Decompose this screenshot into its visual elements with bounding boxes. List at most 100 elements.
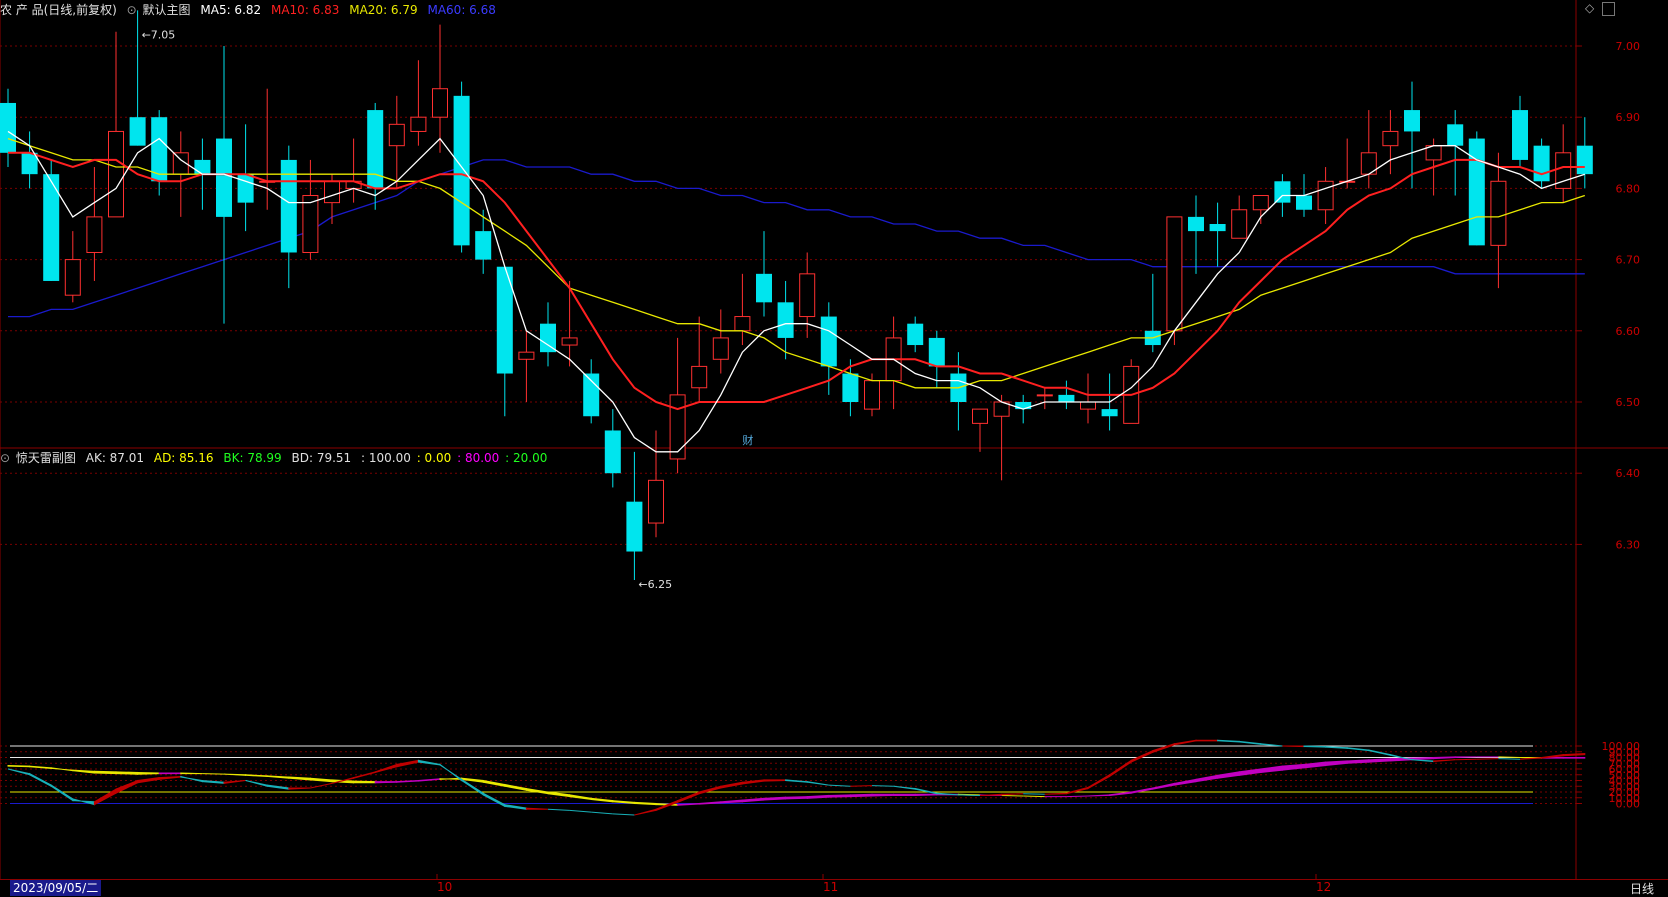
- candle-body: [1533, 145, 1550, 182]
- bk-bd-band: [223, 773, 247, 776]
- bk-bd-band: [353, 780, 376, 784]
- candle: [64, 231, 81, 303]
- bk-bd-band: [482, 779, 506, 787]
- price-axis-label: 6.30: [1616, 538, 1641, 551]
- candle-body: [626, 501, 643, 552]
- candle-body: [1447, 124, 1464, 146]
- bk-bd-band: [1217, 771, 1240, 779]
- bk-bd-band: [525, 787, 549, 795]
- candle: [1209, 202, 1226, 267]
- bk-bd-band: [1498, 756, 1521, 758]
- candle: [626, 451, 643, 580]
- candle: [756, 231, 772, 317]
- candle-body: [1576, 145, 1593, 175]
- bk-bd-band: [547, 791, 571, 798]
- candle: [21, 131, 38, 189]
- ak-ad-band: [828, 784, 851, 787]
- bk-bd-band: [720, 799, 743, 804]
- bk-bd-band: [1368, 758, 1391, 763]
- candle: [1058, 380, 1075, 410]
- ak-ad-band: [763, 779, 787, 782]
- ak-ad-band: [504, 804, 527, 810]
- level80-legend: : 80.00: [457, 451, 500, 465]
- candle-body: [1512, 110, 1528, 160]
- level20-legend: : 20.00: [505, 451, 548, 465]
- bk-bd-band: [590, 797, 614, 803]
- candle-body: [540, 323, 556, 353]
- candle: [280, 145, 297, 289]
- collapse-button[interactable]: [1602, 2, 1615, 16]
- ak-ad-band: [958, 794, 981, 796]
- bk-bd-band: [245, 774, 268, 778]
- template-icon[interactable]: ⊙: [127, 3, 137, 17]
- ak-ad-band: [288, 787, 311, 790]
- bk-bd-band: [158, 772, 182, 775]
- ak-ad-band: [569, 809, 592, 813]
- candle-body: [1209, 224, 1226, 232]
- ak-ad-band: [677, 791, 700, 804]
- ak-ad-band: [1217, 739, 1240, 743]
- month-label-11: 11: [823, 880, 839, 894]
- candle-body: [1252, 195, 1269, 211]
- ma60-legend: MA60: 6.68: [427, 3, 496, 17]
- candle: [1382, 110, 1399, 175]
- product-title[interactable]: 农 产 品(日线,前复权): [0, 3, 117, 17]
- bk-bd-band: [1238, 768, 1262, 776]
- ak-ad-band: [158, 775, 182, 780]
- candle-body: [453, 95, 470, 246]
- candle-body: [1404, 110, 1420, 132]
- ak-ad-band: [1065, 786, 1089, 795]
- candle: [604, 409, 621, 488]
- indicator-name[interactable]: 惊天雷副图: [16, 451, 76, 465]
- ak-ad-band: [245, 780, 268, 787]
- period-label[interactable]: 日线: [1630, 880, 1654, 897]
- candle: [583, 359, 600, 424]
- bk-bd-band: [1325, 760, 1348, 767]
- candle: [1252, 195, 1269, 224]
- price-axis-label: 6.40: [1616, 467, 1641, 480]
- candle: [1468, 131, 1485, 246]
- bk-bd-band: [180, 772, 203, 775]
- candle-body: [64, 259, 81, 296]
- candle-body: [237, 174, 254, 203]
- candle: [475, 209, 492, 274]
- ak-ad-band: [547, 808, 570, 811]
- bk-bd-band: [1433, 756, 1456, 760]
- bk-bd-band: [1066, 795, 1089, 798]
- bk-bd-band: [309, 777, 333, 783]
- price-axis-label: 6.70: [1616, 254, 1641, 267]
- candle-body: [1382, 130, 1399, 147]
- ak-ad-band: [1346, 747, 1370, 752]
- candle: [1512, 95, 1528, 168]
- candle-body: [1317, 180, 1334, 211]
- low-annotation: ←6.25: [638, 578, 672, 591]
- bk-bd-band: [1303, 761, 1327, 769]
- candle-body: [561, 337, 578, 346]
- financial-report-marker[interactable]: 财: [742, 433, 753, 447]
- template-name[interactable]: 默认主图: [143, 3, 191, 17]
- candle-body: [475, 231, 492, 260]
- ak-ad-band: [1282, 745, 1305, 748]
- diamond-icon[interactable]: ◇: [1585, 1, 1594, 15]
- candle-body: [928, 337, 945, 367]
- ak-ad-band: [223, 780, 246, 784]
- candle: [1317, 167, 1334, 224]
- candle: [993, 394, 1010, 481]
- ak-ad-band: [720, 781, 743, 789]
- candle-body: [518, 351, 535, 360]
- ak-ad-band: [482, 792, 506, 808]
- ak-ad-band: [806, 781, 829, 786]
- candle: [1080, 373, 1096, 424]
- ak-ad-band: [1001, 793, 1024, 796]
- candle-body: [691, 365, 708, 389]
- candle: [151, 110, 168, 196]
- indicator-icon[interactable]: ⊙: [0, 451, 10, 465]
- osc-axis-label: 0.00: [1616, 798, 1641, 811]
- level100-legend: : 100.00: [361, 451, 411, 465]
- month-label-12: 12: [1316, 880, 1332, 894]
- ak-ad-band: [1023, 793, 1045, 795]
- ak-ad-band: [1433, 759, 1456, 763]
- candle-body: [972, 408, 988, 424]
- ak-ad-band: [266, 784, 290, 790]
- candle: [345, 138, 362, 203]
